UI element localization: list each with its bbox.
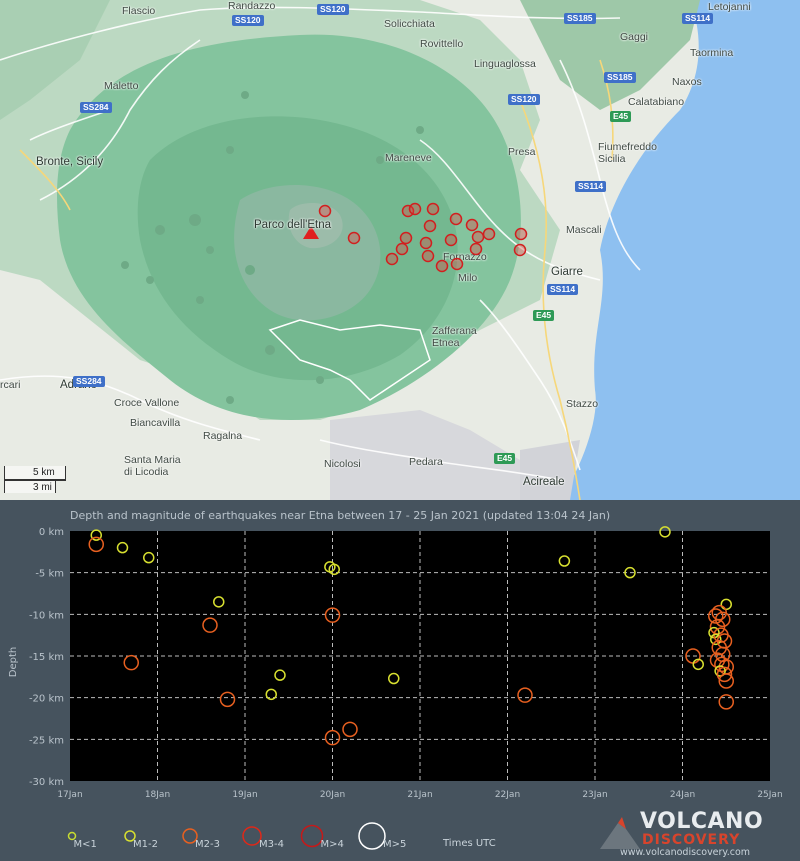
legend-item: M<1: [56, 820, 116, 861]
earthquake-markers-map: [318, 202, 528, 273]
x-tick-label: 19Jan: [232, 790, 257, 800]
x-tick-label: 25Jan: [757, 790, 782, 800]
legend-item: M>5: [356, 820, 416, 861]
logo-line-2: DISCOVERY: [642, 832, 741, 848]
y-tick-label: -15 km: [29, 652, 64, 663]
volcanodiscovery-logo: VOLCANO DISCOVERY www.volcanodiscovery.c…: [598, 807, 798, 859]
x-tick-label: 22Jan: [495, 790, 520, 800]
x-tick-label: 21Jan: [407, 790, 432, 800]
legend-label: M3-4: [259, 839, 284, 850]
logo-url: www.volcanodiscovery.com: [620, 847, 751, 858]
times-utc-label: Times UTC: [443, 838, 496, 849]
y-tick-label: -10 km: [29, 610, 64, 621]
depth-scatter-plot: 0 km-5 km-10 km-15 km-20 km-25 km-30 km …: [8, 526, 783, 800]
logo-line-1: VOLCANO: [640, 809, 764, 834]
x-tick-label: 18Jan: [145, 790, 170, 800]
y-tick-label: -30 km: [29, 777, 64, 788]
legend-label: M>4: [320, 839, 344, 850]
x-tick-label: 23Jan: [582, 790, 607, 800]
legend-label: M>5: [383, 839, 407, 850]
y-tick-label: -5 km: [35, 569, 64, 580]
scale-mi-label: 3 mi: [33, 482, 52, 493]
y-tick-label: 0 km: [39, 527, 64, 538]
y-axis-label: Depth: [8, 647, 19, 677]
legend-label: M2-3: [195, 839, 220, 850]
legend-label: M<1: [73, 839, 97, 850]
legend-label: M1-2: [133, 839, 158, 850]
legend-item: M1-2: [114, 820, 174, 861]
scale-km-label: 5 km: [33, 467, 55, 478]
x-tick-label: 20Jan: [320, 790, 345, 800]
legend-item: M2-3: [174, 820, 234, 861]
volcano-logo-icon: [600, 817, 640, 849]
legend-item: M3-4: [236, 820, 296, 861]
x-tick-label: 24Jan: [670, 790, 695, 800]
y-tick-label: -20 km: [29, 694, 64, 705]
y-tick-label: -25 km: [29, 735, 64, 746]
map-scale: 5 km 3 mi: [4, 466, 66, 496]
x-tick-label: 17Jan: [57, 790, 82, 800]
map-view[interactable]: Randazzo Flascio Solicchiata Rovittello Ling…: [0, 0, 800, 500]
legend-item: M>4: [296, 820, 356, 861]
